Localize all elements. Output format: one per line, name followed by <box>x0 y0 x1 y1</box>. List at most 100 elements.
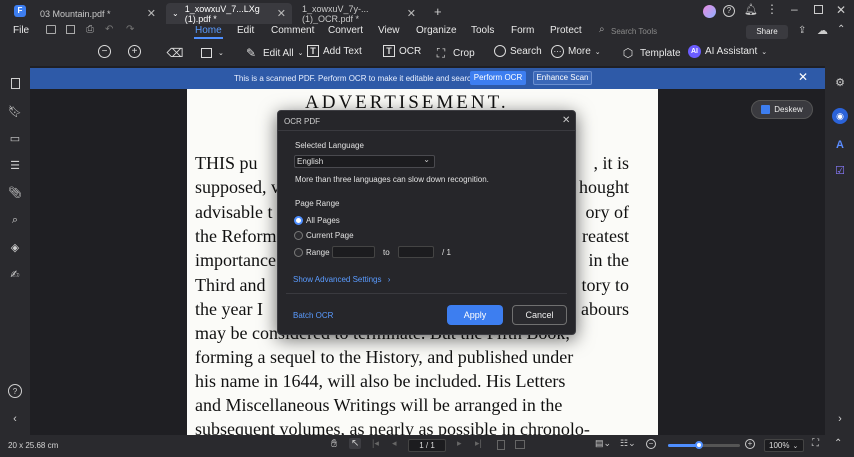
collapse-bottom-icon[interactable]: ⌃ <box>834 438 842 449</box>
range-start-input[interactable] <box>332 246 375 258</box>
enhance-scan-button[interactable]: Enhance Scan <box>533 71 592 85</box>
apply-button[interactable]: Apply <box>447 305 503 325</box>
zoom-select[interactable]: 100% ⌄ <box>764 439 804 452</box>
upload-icon[interactable]: ⇪ <box>798 25 806 36</box>
search-button[interactable]: Search <box>494 45 542 57</box>
close-window-icon[interactable]: ✕ <box>836 3 846 17</box>
page-thumbnails-icon[interactable] <box>8 78 22 92</box>
current-page-radio[interactable] <box>294 231 303 240</box>
more-icon: ⋯ <box>551 45 564 58</box>
avatar[interactable] <box>703 5 716 18</box>
close-dialog-icon[interactable]: ✕ <box>562 115 570 126</box>
menu-view[interactable]: View <box>378 25 400 36</box>
attachment-icon[interactable]: 📎︎ <box>8 186 22 200</box>
last-page-icon[interactable]: ▸| <box>475 438 482 449</box>
share-button[interactable]: Share <box>746 25 788 39</box>
zoom-in-icon[interactable]: + <box>745 439 755 449</box>
help-icon[interactable]: ? <box>8 384 22 398</box>
signature-icon[interactable]: ✍︎ <box>8 268 22 282</box>
menu-comment[interactable]: Comment <box>271 25 314 36</box>
tab-ocr-document[interactable]: 1_xowxuV_7y-... (1)_OCR.pdf * ✕ <box>296 3 422 24</box>
menu-home[interactable]: Home <box>194 25 223 39</box>
layers-icon[interactable]: ◈ <box>8 241 22 255</box>
maximize-icon[interactable] <box>814 5 823 14</box>
edit-all-button[interactable]: ✎ Edit All ⌄ <box>243 45 303 61</box>
zoom-out-icon[interactable]: − <box>646 439 656 449</box>
previous-page-icon[interactable]: ◂ <box>392 438 397 449</box>
undo-icon[interactable]: ↶ <box>105 24 113 35</box>
page-number-input[interactable]: 1 / 1 <box>408 439 446 452</box>
range-end-input[interactable] <box>398 246 434 258</box>
open-folder-icon[interactable] <box>46 25 56 34</box>
fullscreen-icon[interactable]: ⛶ <box>812 438 819 449</box>
all-pages-radio[interactable] <box>294 216 303 225</box>
cancel-button[interactable]: Cancel <box>512 305 567 325</box>
crop-button[interactable]: ⛶ Crop <box>433 45 475 61</box>
close-tab-icon[interactable]: ✕ <box>147 7 156 20</box>
range-radio[interactable] <box>294 248 303 257</box>
menu-file[interactable]: File <box>13 25 29 36</box>
ai-chat-icon[interactable]: ◉ <box>832 108 848 124</box>
translate-icon[interactable]: A <box>833 138 847 152</box>
menu-convert[interactable]: Convert <box>328 25 363 36</box>
language-select[interactable]: English ⌄ <box>294 155 435 168</box>
search-tools-input[interactable]: Search Tools <box>611 27 657 36</box>
batch-ocr-link[interactable]: Batch OCR <box>293 311 333 320</box>
search-icon[interactable]: ⌕ <box>8 213 22 227</box>
ocr-button[interactable]: T OCR <box>383 45 421 57</box>
fields-icon[interactable]: ☰ <box>8 159 22 173</box>
redo-icon[interactable]: ↷ <box>126 24 134 35</box>
zoom-slider-handle[interactable] <box>694 441 703 449</box>
fit-page-icon[interactable] <box>515 440 525 449</box>
next-page-icon[interactable]: ▸ <box>457 438 462 449</box>
save-icon[interactable] <box>66 25 75 34</box>
more-button[interactable]: ⋯ More ⌄ <box>551 45 601 58</box>
line-text-end: , it is <box>593 153 629 173</box>
deskew-icon <box>761 105 771 114</box>
reading-mode-icon[interactable]: ☷⌄ <box>620 438 636 449</box>
ai-check-icon[interactable]: ☑ <box>833 164 847 178</box>
cloud-icon[interactable]: ☁︎ <box>817 24 828 37</box>
close-tab-icon[interactable]: ✕ <box>277 7 286 20</box>
page-layout-icon[interactable]: ▤⌄ <box>595 438 611 449</box>
zoom-in-button[interactable]: + <box>128 45 141 58</box>
deskew-button[interactable]: Deskew <box>751 100 813 119</box>
print-icon[interactable]: ⎙ <box>86 24 94 35</box>
template-button[interactable]: ⬡ Template <box>620 45 681 61</box>
collapse-left-icon[interactable]: ‹ <box>8 412 22 426</box>
close-banner-icon[interactable]: ✕ <box>798 70 808 84</box>
notification-icon[interactable]: 🔔︎ <box>744 3 758 16</box>
menu-organize[interactable]: Organize <box>416 25 457 36</box>
menu-form[interactable]: Form <box>511 25 534 36</box>
bookmark-icon[interactable]: 🔖︎ <box>8 105 22 119</box>
help-icon[interactable]: ? <box>723 5 735 17</box>
eraser-button[interactable]: ⌫ <box>167 45 184 61</box>
line-text-end: abours <box>581 299 629 319</box>
shape-button[interactable]: ⌄ <box>198 45 224 61</box>
tab-mountain[interactable]: 03 Mountain.pdf * ✕ <box>34 3 162 24</box>
zoom-out-button[interactable]: − <box>98 45 111 58</box>
minimize-icon[interactable]: – <box>791 2 798 16</box>
first-page-icon[interactable]: |◂ <box>372 438 379 449</box>
expand-right-icon[interactable]: › <box>833 412 847 426</box>
menu-tools[interactable]: Tools <box>471 25 494 36</box>
show-advanced-settings-link[interactable]: Show Advanced Settings › <box>293 275 390 284</box>
more-menu-icon[interactable]: ⋮ <box>766 2 778 16</box>
new-tab-icon[interactable]: + <box>434 4 442 19</box>
ai-assistant-button[interactable]: AI AI Assistant ⌄ <box>688 45 767 58</box>
perform-ocr-button[interactable]: Perform OCR <box>470 71 526 85</box>
status-bar: 20 x 25.68 cm ✋︎ ↖ |◂ ◂ 1 / 1 ▸ ▸| ▤⌄ ☷⌄… <box>0 435 854 457</box>
properties-icon[interactable]: ⚙︎ <box>833 76 847 90</box>
tab-active-document[interactable]: ⌄ 1_xowxuV_7...LXg (1).pdf * ✕ <box>166 3 292 24</box>
single-page-icon[interactable] <box>497 440 505 450</box>
zoom-slider[interactable] <box>668 441 740 449</box>
comment-icon[interactable]: ▭ <box>8 132 22 146</box>
menu-edit[interactable]: Edit <box>237 25 254 36</box>
close-tab-icon[interactable]: ✕ <box>407 7 416 20</box>
ai-assistant-icon: AI <box>688 45 701 58</box>
select-tool-icon[interactable]: ↖ <box>349 438 362 449</box>
menu-protect[interactable]: Protect <box>550 25 582 36</box>
hand-tool-icon[interactable]: ✋︎ <box>331 438 337 451</box>
collapse-ribbon-icon[interactable]: ⌃ <box>837 24 845 35</box>
add-text-button[interactable]: T Add Text <box>307 45 362 57</box>
